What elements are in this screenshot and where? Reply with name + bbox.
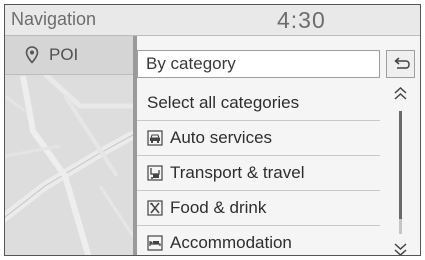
back-button[interactable]	[386, 50, 415, 78]
scroll-thumb[interactable]	[399, 111, 402, 219]
transport-icon	[147, 165, 163, 181]
list-item-transport-travel[interactable]: Transport & travel	[137, 156, 380, 191]
scroll-up-icon[interactable]	[393, 86, 408, 102]
nav-screen: Navigation 4:30 POI By category Select a…	[4, 4, 421, 256]
category-panel: By category Select all categories Auto s…	[137, 36, 420, 256]
list-item-accommodation[interactable]: Accommodation	[137, 226, 380, 255]
screen-title: Navigation	[11, 9, 97, 29]
accommodation-icon	[147, 235, 163, 251]
list-item-auto-services[interactable]: Auto services	[137, 121, 380, 156]
return-arrow-icon	[394, 57, 410, 69]
list-item-label: Accommodation	[170, 233, 292, 252]
map-pin-icon	[24, 46, 40, 64]
list-item-label: Auto services	[170, 128, 273, 147]
category-header-label: By category	[146, 54, 236, 73]
list-item-label: Transport & travel	[170, 163, 305, 182]
scroll-down-icon[interactable]	[393, 241, 408, 256]
list-item-select-all[interactable]: Select all categories	[137, 86, 380, 121]
category-header: By category	[137, 50, 380, 78]
list-item-label: Select all categories	[147, 93, 300, 112]
list-item-food-drink[interactable]: Food & drink	[137, 191, 380, 226]
list-item-label: Food & drink	[170, 198, 267, 217]
poi-tab-label: POI	[49, 45, 79, 64]
poi-tab[interactable]: POI	[5, 36, 133, 75]
status-header: Navigation 4:30	[5, 5, 420, 36]
car-service-icon	[147, 130, 163, 146]
food-drink-icon	[147, 200, 163, 216]
scrollbar[interactable]	[386, 84, 415, 256]
clock: 4:30	[277, 7, 326, 33]
category-list: Select all categories Auto services Tran…	[137, 86, 380, 255]
